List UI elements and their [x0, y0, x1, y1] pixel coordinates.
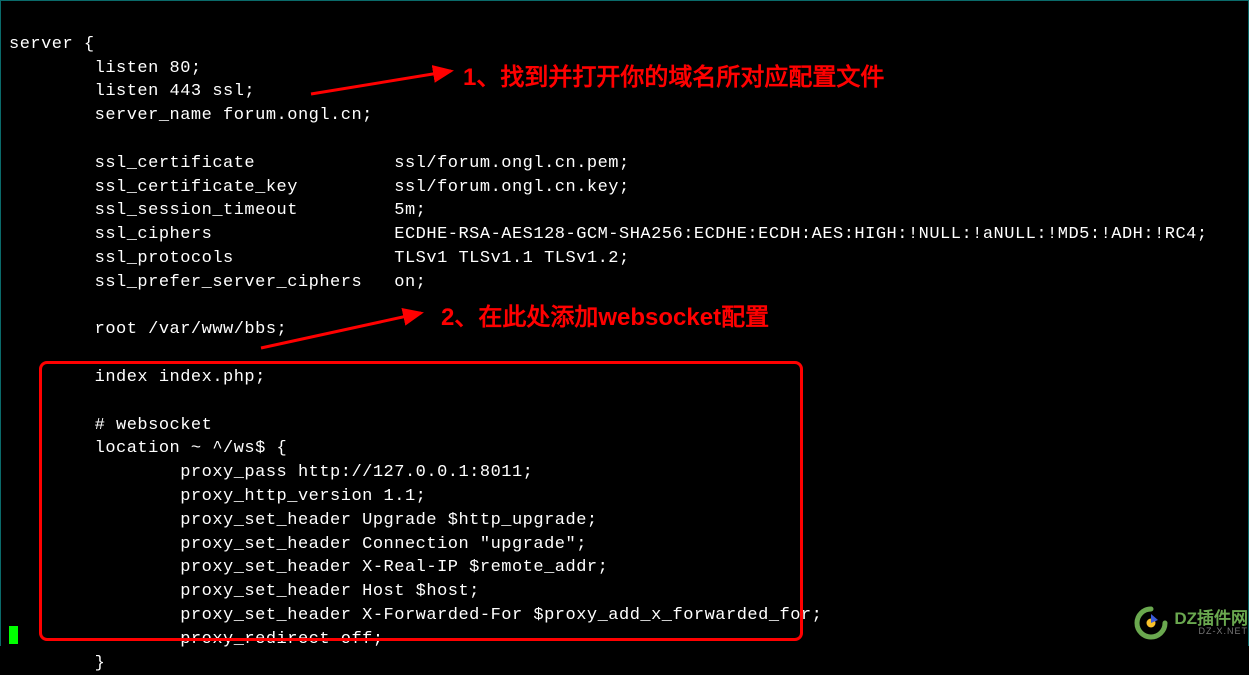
cfg-line: proxy_http_version 1.1;	[9, 487, 426, 506]
cfg-line: ssl_ciphers ECDHE-RSA-AES128-GCM-SHA256:…	[9, 225, 1208, 244]
cfg-line: root /var/www/bbs;	[9, 320, 287, 339]
cfg-line: ssl_prefer_server_ciphers on;	[9, 273, 426, 292]
cfg-line: proxy_set_header Upgrade $http_upgrade;	[9, 511, 598, 530]
cfg-line: }	[9, 654, 105, 673]
cfg-line: ssl_certificate ssl/forum.ongl.cn.pem;	[9, 154, 630, 173]
cfg-line: server_name forum.ongl.cn;	[9, 106, 373, 125]
cfg-line: ssl_session_timeout 5m;	[9, 201, 426, 220]
terminal-cursor	[9, 626, 18, 644]
watermark-logo-icon	[1134, 606, 1168, 640]
terminal-output: server { listen 80; listen 443 ssl; serv…	[1, 1, 1248, 675]
cfg-line: ssl_certificate_key ssl/forum.ongl.cn.ke…	[9, 178, 630, 197]
watermark-url: DZ-X.NET	[1174, 627, 1248, 636]
watermark: DZ插件网 DZ-X.NET	[1134, 606, 1248, 640]
cfg-line: location ~ ^/ws$ {	[9, 439, 287, 458]
cfg-line: index index.php;	[9, 368, 266, 387]
cfg-line: server {	[9, 35, 95, 54]
cfg-line: ssl_protocols TLSv1 TLSv1.1 TLSv1.2;	[9, 249, 630, 268]
cfg-line: listen 443 ssl;	[9, 82, 255, 101]
cfg-line: listen 80;	[9, 59, 202, 78]
cfg-line: proxy_set_header X-Real-IP $remote_addr;	[9, 558, 608, 577]
cfg-line: # websocket	[9, 416, 212, 435]
cfg-line: proxy_set_header X-Forwarded-For $proxy_…	[9, 606, 822, 625]
cfg-line: proxy_pass http://127.0.0.1:8011;	[9, 463, 533, 482]
watermark-title: DZ插件网	[1174, 610, 1248, 627]
cfg-line: proxy_set_header Host $host;	[9, 582, 480, 601]
cfg-line: proxy_set_header Connection "upgrade";	[9, 535, 587, 554]
